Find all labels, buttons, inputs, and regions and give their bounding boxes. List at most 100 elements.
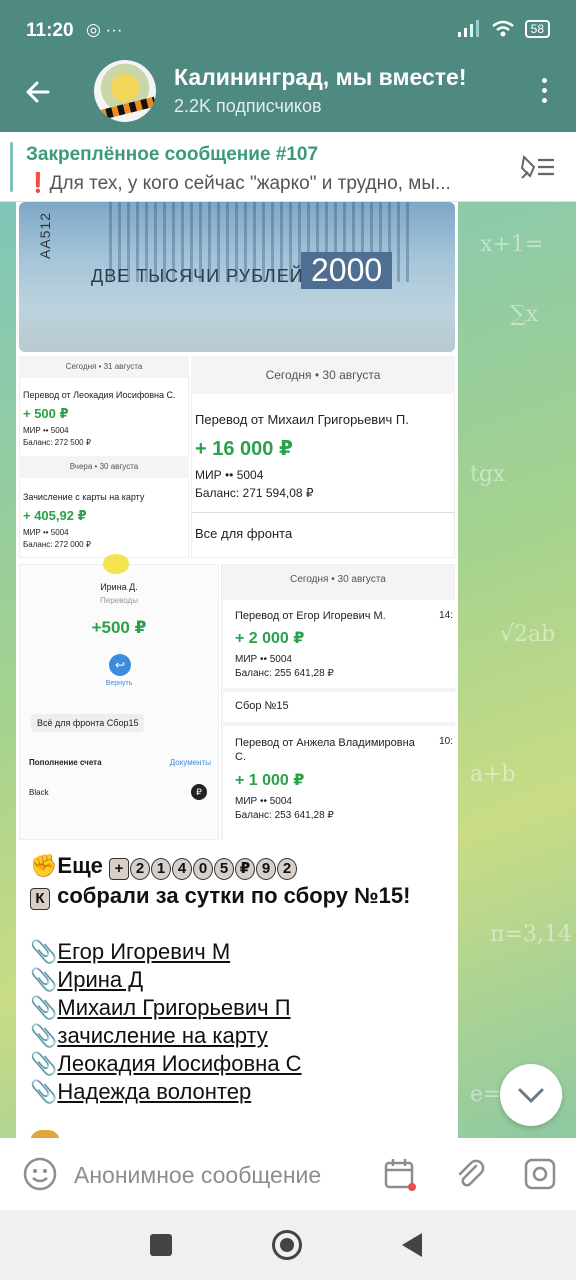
donor-item[interactable]: 📎Михаил Григорьевич П xyxy=(30,994,450,1022)
paperclip-icon: 📎 xyxy=(30,1051,58,1076)
camera-icon[interactable] xyxy=(522,1156,558,1192)
message-prefix: Еще xyxy=(57,853,103,878)
receipt-name: Ирина Д. xyxy=(100,582,138,592)
receipt-card: МИР •• 5004 xyxy=(195,468,264,482)
message-input[interactable]: Анонимное сообщение xyxy=(74,1162,321,1189)
key-emoji: 0 xyxy=(193,858,214,880)
message-line-1: ✊Еще +2 1 4 0 5 ₽9 2 xyxy=(30,852,450,880)
receipt-sub: Переводы xyxy=(100,596,138,605)
paperclip-icon: 📎 xyxy=(30,1023,58,1048)
receipt-note: Все для фронта xyxy=(195,526,293,541)
pinned-text: ❗Для тех, у кого сейчас "жарко" и трудно… xyxy=(26,173,451,194)
donor-link[interactable]: Михаил Григорьевич П xyxy=(57,995,290,1020)
donor-item[interactable]: 📎Надежда волонтер xyxy=(30,1078,450,1106)
receipt-name: Перевод от Михаил Григорьевич П. xyxy=(195,412,409,427)
donor-link[interactable]: зачисление на карту xyxy=(57,1023,267,1048)
chevron-down-icon xyxy=(518,1088,544,1104)
receipt-amount: + 2 000 ₽ xyxy=(235,630,305,647)
receipt-name: Зачисление с карты на карту xyxy=(23,492,145,502)
ruble-icon: ₽ xyxy=(191,784,207,800)
receipt-black: Black xyxy=(29,788,49,797)
message-bubble[interactable]: AA512 ДВЕ ТЫСЯЧИ РУБЛЕЙ 2000 Сегодня • 3… xyxy=(16,202,458,1138)
back-arrow-icon[interactable] xyxy=(22,76,54,108)
pinned-message-bar[interactable]: Закреплённое сообщение #107 ❗Для тех, у … xyxy=(0,132,576,202)
receipt-time: 14: xyxy=(439,610,453,621)
schedule-calendar-icon[interactable] xyxy=(382,1156,418,1192)
subscriber-count: 2.2K подписчиков xyxy=(174,96,322,116)
notification-icons: ◎ ··· xyxy=(86,20,123,39)
receipt-screenshot-3[interactable]: Ирина Д. Переводы +500 ₽ ↩ Вернуть Всё д… xyxy=(19,554,219,840)
message-summary: собрали за сутки по сбору №15! xyxy=(57,883,411,908)
receipt-screenshot-4[interactable]: Сегодня • 30 августа Перевод от Егор Иго… xyxy=(221,564,455,840)
receipt-name: Перевод от Егор Игоревич М. xyxy=(235,610,386,622)
paperclip-icon: 📎 xyxy=(30,1079,58,1104)
chat-header: Калининград, мы вместе! 2.2K подписчиков xyxy=(0,52,576,132)
receipt-balance: Баланс: 272 000 ₽ xyxy=(23,540,91,549)
return-button[interactable]: Вернуть xyxy=(19,680,219,687)
battery-icon: 58 xyxy=(524,20,550,38)
system-nav-bar xyxy=(0,1210,576,1280)
recent-apps-button[interactable] xyxy=(150,1234,172,1256)
key-emoji: 5 xyxy=(214,858,235,880)
receipt-name: Перевод от Леокадия Иосифовна С. xyxy=(23,390,176,400)
donor-item[interactable]: 📎Леокадия Иосифовна С xyxy=(30,1050,450,1078)
donor-item[interactable]: 📎Ирина Д xyxy=(30,966,450,994)
key-emoji: 4 xyxy=(172,858,193,880)
donor-link[interactable]: Надежда волонтер xyxy=(57,1079,251,1104)
key-emoji: + xyxy=(109,858,130,880)
receipt-balance: Баланс: 253 641,28 ₽ xyxy=(235,810,334,821)
donor-item[interactable]: 📎Егор Игоревич М xyxy=(30,938,450,966)
wifi-icon xyxy=(491,20,514,37)
receipt-acc: Пополнение счета xyxy=(29,758,102,767)
more-vert-icon[interactable] xyxy=(542,78,548,108)
receipt-date: Вчера • 30 августа xyxy=(19,456,189,478)
status-right-icons: 58 xyxy=(457,20,550,38)
emoji-icon[interactable] xyxy=(22,1156,58,1192)
pinned-indicator xyxy=(10,142,13,192)
banknote-photo[interactable]: AA512 ДВЕ ТЫСЯЧИ РУБЛЕЙ 2000 xyxy=(19,202,455,352)
banknote-value: 2000 xyxy=(301,252,393,289)
receipt-balance: Баланс: 255 641,28 ₽ xyxy=(235,668,334,679)
signal-icon xyxy=(457,20,479,37)
documents-link[interactable]: Документы xyxy=(170,758,211,767)
key-emoji: 9 xyxy=(256,858,277,880)
donor-link[interactable]: Леокадия Иосифовна С xyxy=(57,1051,301,1076)
receipt-card: МИР •• 5004 xyxy=(23,426,69,435)
channel-title[interactable]: Калининград, мы вместе! xyxy=(174,64,466,91)
home-button[interactable] xyxy=(272,1230,302,1260)
partial-emoji-icon xyxy=(30,1130,60,1138)
banknote-text: ДВЕ ТЫСЯЧИ РУБЛЕЙ xyxy=(91,266,304,286)
pinned-list-icon[interactable] xyxy=(520,154,556,180)
receipt-screenshot-1[interactable]: Сегодня • 31 августа Перевод от Леокадия… xyxy=(19,356,189,558)
key-emoji: К xyxy=(30,888,50,910)
receipt-card: МИР •• 5004 xyxy=(23,528,69,537)
paperclip-icon: 📎 xyxy=(30,967,58,992)
donor-item[interactable]: 📎зачисление на карту xyxy=(30,1022,450,1050)
receipt-amount: + 405,92 ₽ xyxy=(23,508,87,523)
back-nav-icon[interactable] xyxy=(400,1232,424,1258)
receipt-card: МИР •• 5004 xyxy=(235,796,292,807)
receipt-amount: +500 ₽ xyxy=(91,618,147,637)
receipt-time: 10: xyxy=(439,736,453,747)
receipt-date: Сегодня • 30 августа xyxy=(290,574,386,585)
attach-icon[interactable] xyxy=(452,1156,488,1192)
receipt-date: Сегодня • 31 августа xyxy=(19,356,189,378)
receipt-balance: Баланс: 272 500 ₽ xyxy=(23,438,91,447)
chat-area[interactable]: x+1= ∑x tgx √2ab a+b π=3,14 e=2,718 AA51… xyxy=(0,202,576,1138)
receipt-balance: Баланс: 271 594,08 ₽ xyxy=(195,486,314,500)
channel-avatar[interactable] xyxy=(94,60,156,122)
receipt-screenshot-2[interactable]: Сегодня • 30 августа Перевод от Михаил Г… xyxy=(191,356,455,558)
return-icon[interactable]: ↩ xyxy=(109,654,131,676)
receipt-amount: + 500 ₽ xyxy=(23,406,69,421)
key-emoji: 1 xyxy=(151,858,172,880)
receipt-note: Всё для фронта Сбор15 xyxy=(31,714,145,732)
donor-link[interactable]: Егор Игоревич М xyxy=(57,939,230,964)
pinned-title: Закреплённое сообщение #107 xyxy=(26,144,319,165)
donor-list: 📎Егор Игоревич М 📎Ирина Д 📎Михаил Григор… xyxy=(30,938,450,1106)
donor-link[interactable]: Ирина Д xyxy=(57,967,143,992)
message-line-2: К собрали за сутки по сбору №15! xyxy=(30,882,450,910)
banknote-serial: AA512 xyxy=(37,212,53,260)
paperclip-icon: 📎 xyxy=(30,939,58,964)
scroll-down-button[interactable] xyxy=(500,1064,562,1126)
receipt-note: Сбор №15 xyxy=(235,700,289,712)
